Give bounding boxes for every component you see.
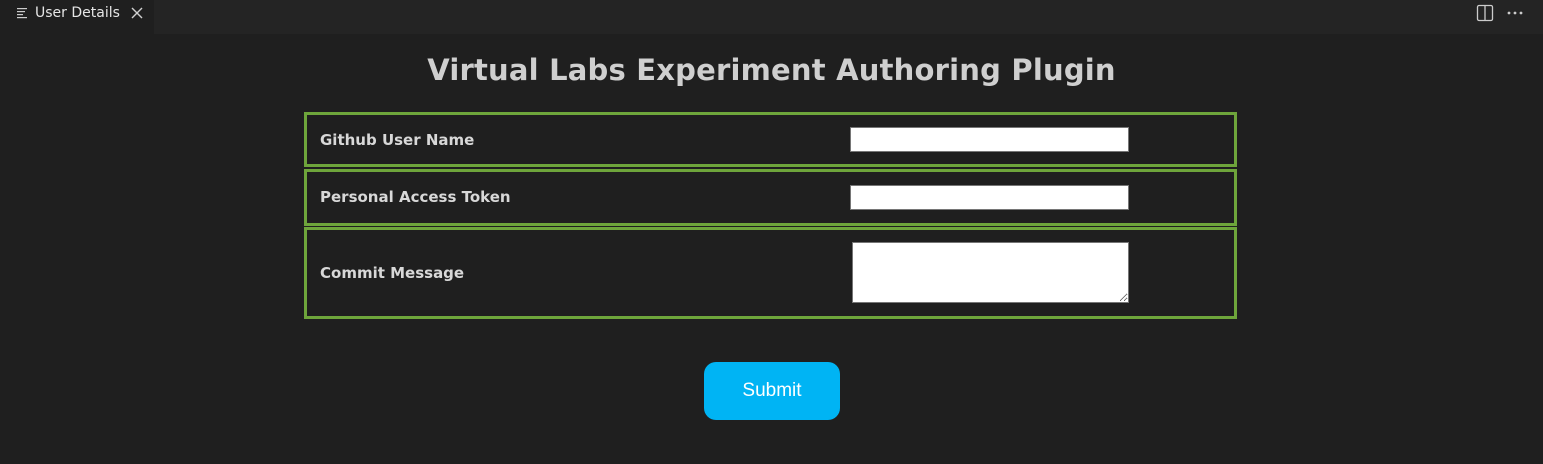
preview-lines-icon [17, 8, 27, 19]
github-username-input[interactable] [850, 127, 1129, 152]
access-token-input[interactable] [850, 185, 1129, 210]
more-actions-icon[interactable] [1505, 4, 1525, 22]
commit-message-label: Commit Message [320, 264, 465, 282]
tab-title: User Details [35, 5, 120, 21]
tab-user-details[interactable]: User Details [0, 0, 154, 34]
split-editor-icon[interactable] [1476, 4, 1494, 22]
page-title: Virtual Labs Experiment Authoring Plugin [427, 53, 1116, 87]
github-username-label: Github User Name [320, 131, 475, 149]
access-token-label: Personal Access Token [320, 188, 511, 206]
submit-button[interactable]: Submit [704, 362, 840, 420]
commit-message-row: Commit Message [304, 227, 1237, 319]
commit-message-textarea[interactable] [852, 242, 1129, 303]
access-token-row: Personal Access Token [304, 169, 1237, 226]
editor-tab-bar: User Details [0, 0, 1543, 34]
github-username-row: Github User Name [304, 112, 1237, 167]
close-icon[interactable] [129, 5, 145, 21]
